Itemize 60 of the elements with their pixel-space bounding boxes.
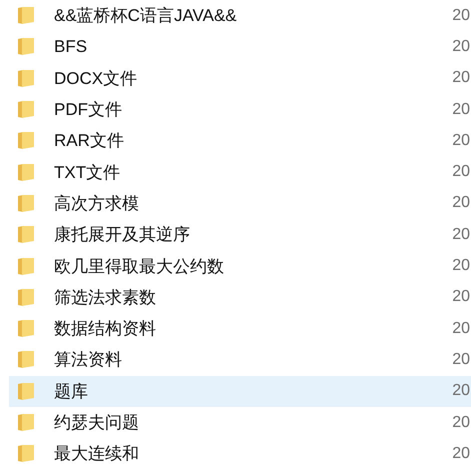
- date-modified: 20: [452, 38, 470, 56]
- folder-row[interactable]: 高次方求模 20: [9, 188, 471, 220]
- date-modified: 20: [452, 288, 470, 306]
- date-modified: 20: [452, 320, 470, 338]
- date-modified: 20: [452, 6, 470, 25]
- folder-name: BFS: [54, 36, 88, 57]
- folder-name: PDF文件: [54, 99, 123, 122]
- folder-icon: [18, 38, 34, 56]
- date-modified: 20: [452, 194, 470, 212]
- folder-row[interactable]: BFS 20: [9, 31, 471, 63]
- date-modified: 20: [452, 163, 470, 182]
- folder-row[interactable]: 最大连续和 20: [9, 438, 471, 470]
- date-modified: 20: [452, 257, 470, 276]
- folder-icon: [18, 258, 34, 275]
- folder-name: 筛选法求素数: [54, 286, 157, 309]
- folder-name: 高次方求模: [54, 192, 140, 215]
- folder-name: 欧几里得取最大公约数: [54, 256, 225, 278]
- folder-row[interactable]: &&蓝桥杯C语言JAVA&& 20: [9, 0, 471, 32]
- folder-icon: [18, 351, 34, 368]
- folder-row[interactable]: RAR文件 20: [9, 125, 471, 156]
- folder-icon: [18, 70, 34, 87]
- folder-icon: [18, 382, 34, 400]
- folder-name: 数据结构资料: [54, 318, 157, 340]
- date-modified: 20: [452, 350, 470, 369]
- folder-name: TXT文件: [54, 162, 122, 184]
- folder-icon: [18, 414, 34, 431]
- folder-name: 算法资料: [54, 349, 123, 372]
- folder-name: &&蓝桥杯C语言JAVA&&: [54, 5, 238, 28]
- folder-name: 题库: [54, 380, 89, 403]
- folder-icon: [18, 226, 34, 244]
- folder-name: 康托展开及其逆序: [54, 224, 191, 246]
- date-modified: 20: [452, 69, 470, 88]
- folder-row[interactable]: 算法资料 20: [9, 344, 471, 376]
- folder-row[interactable]: DOCX文件 20: [9, 62, 471, 94]
- folder-icon: [18, 7, 34, 24]
- folder-row[interactable]: 康托展开及其逆序 20: [9, 219, 471, 250]
- folder-icon: [18, 194, 34, 212]
- folder-icon: [18, 101, 34, 118]
- folder-icon: [18, 320, 34, 338]
- folder-icon: [18, 288, 34, 306]
- folder-name: RAR文件: [54, 130, 125, 152]
- folder-icon: [18, 164, 34, 181]
- date-modified: 20: [452, 382, 470, 400]
- date-modified: 20: [452, 414, 470, 432]
- folder-name: DOCX文件: [54, 68, 138, 90]
- folder-icon: [18, 445, 34, 462]
- folder-row[interactable]: 题库 20: [9, 376, 471, 407]
- folder-row[interactable]: 欧几里得取最大公约数 20: [9, 250, 471, 282]
- folder-row[interactable]: 约瑟夫问题 20: [9, 406, 471, 438]
- date-modified: 20: [452, 132, 470, 150]
- folder-row[interactable]: PDF文件 20: [9, 94, 471, 126]
- folder-name: 约瑟夫问题: [54, 412, 140, 434]
- folder-row[interactable]: 筛选法求素数 20: [9, 282, 471, 313]
- date-modified: 20: [452, 444, 470, 463]
- folder-row[interactable]: TXT文件 20: [9, 156, 471, 188]
- date-modified: 20: [452, 226, 470, 244]
- folder-icon: [18, 132, 34, 150]
- date-modified: 20: [452, 100, 470, 119]
- folder-name: 最大连续和: [54, 443, 140, 466]
- folder-row[interactable]: 数据结构资料 20: [9, 312, 471, 344]
